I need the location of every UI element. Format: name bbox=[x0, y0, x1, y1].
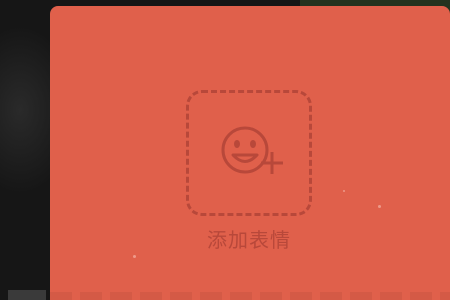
decorative-speck bbox=[343, 190, 345, 192]
decorative-speck bbox=[133, 255, 136, 258]
partial-text-row bbox=[50, 292, 450, 300]
screen: 添加表情 bbox=[0, 0, 450, 300]
background-corner bbox=[8, 290, 46, 300]
decorative-speck bbox=[378, 205, 381, 208]
add-sticker-label: 添加表情 bbox=[207, 228, 291, 252]
smiley-plus-icon bbox=[221, 126, 283, 174]
